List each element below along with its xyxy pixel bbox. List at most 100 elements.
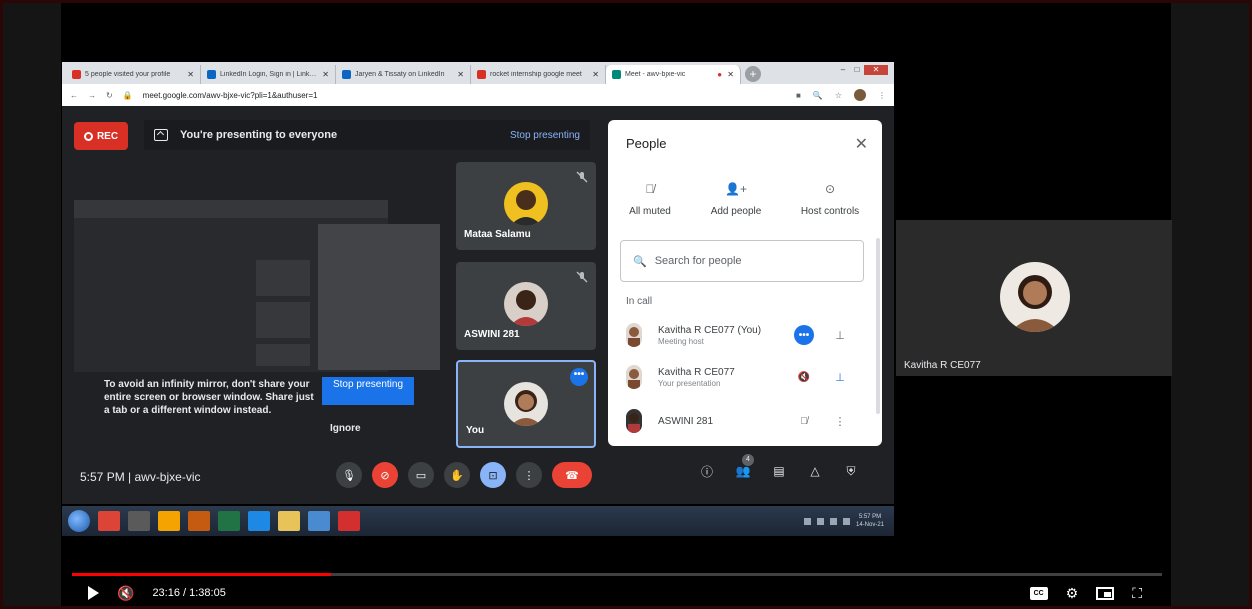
- more-options-icon[interactable]: •••: [570, 368, 588, 386]
- participant-name: ASWINI 281: [464, 329, 520, 340]
- tray-icon[interactable]: [816, 517, 824, 525]
- list-item[interactable]: Kavitha R CE077 (You) Meeting host ••• ⊥: [608, 316, 882, 354]
- participant-tile-you[interactable]: ••• You: [456, 360, 596, 448]
- captions-icon[interactable]: CC: [1029, 586, 1048, 600]
- bookmark-star-icon[interactable]: ☆: [835, 91, 842, 100]
- miniplayer-icon[interactable]: [1096, 586, 1115, 600]
- address-bar: ← → ↻ 🔒 meet.google.com/awv-bjxe-vic?pli…: [62, 84, 894, 106]
- browser-tab-active[interactable]: Meet - awv-bjxe-vic ● ✕: [606, 65, 741, 84]
- meeting-details-icon[interactable]: ⓘ: [698, 462, 716, 480]
- new-tab-button[interactable]: +: [745, 66, 761, 82]
- windows-start-icon[interactable]: [68, 510, 90, 532]
- person-name: Kavitha R CE077: [658, 366, 735, 378]
- in-call-heading: In call: [626, 296, 653, 307]
- record-icon: [83, 131, 93, 141]
- captions-button[interactable]: ▭: [408, 462, 434, 488]
- activities-icon[interactable]: △: [806, 462, 824, 480]
- app-icon[interactable]: [128, 511, 150, 531]
- forward-icon[interactable]: →: [88, 91, 96, 100]
- scrollbar[interactable]: [876, 238, 880, 414]
- banner-stop-presenting-link[interactable]: Stop presenting: [510, 130, 580, 141]
- people-icon[interactable]: 👥 4: [734, 454, 754, 480]
- participant-tile[interactable]: Mataa Salamu: [456, 162, 596, 250]
- unpin-icon[interactable]: ⊥: [830, 371, 850, 384]
- action-label: Add people: [710, 206, 762, 217]
- recording-badge: REC: [74, 122, 128, 150]
- close-icon[interactable]: ✕: [855, 134, 868, 154]
- host-controls-action[interactable]: ⊙ Host controls: [790, 182, 870, 217]
- minimize-icon[interactable]: –: [836, 65, 850, 75]
- ignore-button[interactable]: Ignore: [330, 423, 361, 434]
- more-vert-icon[interactable]: ⋮: [830, 415, 850, 428]
- excel-icon[interactable]: [218, 511, 240, 531]
- toggle-icon: ⊙: [824, 182, 836, 196]
- present-button[interactable]: ⊡: [480, 462, 506, 488]
- raise-hand-button[interactable]: ✋: [444, 462, 470, 488]
- profile-avatar[interactable]: [854, 89, 866, 101]
- window-close-icon[interactable]: ✕: [864, 65, 888, 75]
- camera-off-button[interactable]: ⊘: [372, 462, 398, 488]
- pin-icon[interactable]: ⊥: [830, 329, 850, 342]
- browser-tab[interactable]: LinkedIn Login, Sign in | Linke... ✕: [201, 65, 336, 84]
- avatar: [626, 409, 642, 433]
- close-icon[interactable]: ✕: [592, 70, 599, 79]
- internet-explorer-icon[interactable]: [248, 511, 270, 531]
- tray-icon[interactable]: [803, 517, 811, 525]
- phone-hangup-icon: ☎: [565, 469, 579, 482]
- video-progress-bar[interactable]: [72, 573, 1162, 576]
- powerpoint-icon[interactable]: [188, 511, 210, 531]
- chrome-icon[interactable]: [98, 511, 120, 531]
- gear-icon[interactable]: ⚙: [1066, 585, 1079, 602]
- more-options-button[interactable]: ⋮: [516, 462, 542, 488]
- more-vert-icon: ⋮: [523, 469, 535, 482]
- chat-icon[interactable]: ▤: [770, 462, 788, 480]
- avatar: [1000, 262, 1070, 332]
- back-icon[interactable]: ←: [70, 91, 78, 100]
- zoom-icon[interactable]: 🔍: [813, 91, 823, 100]
- stop-presenting-button[interactable]: Stop presenting: [322, 377, 414, 405]
- volume-icon[interactable]: [829, 517, 837, 525]
- close-icon[interactable]: ✕: [457, 70, 464, 79]
- maximize-icon[interactable]: □: [850, 65, 864, 75]
- search-people-field[interactable]: 🔍 Search for people: [620, 240, 864, 282]
- close-icon[interactable]: ✕: [322, 70, 329, 79]
- host-controls-icon[interactable]: ⛨: [842, 462, 860, 480]
- avatar: [504, 182, 548, 226]
- url-input[interactable]: meet.google.com/awv-bjxe-vic?pli=1&authu…: [143, 91, 786, 100]
- fullscreen-icon[interactable]: ⛶: [1132, 585, 1142, 602]
- infinity-mirror-preview: [74, 200, 440, 372]
- browser-tab[interactable]: Jaryen & Tissaty on LinkedIn ✕: [336, 65, 471, 84]
- play-icon[interactable]: [88, 586, 99, 600]
- action-label: Host controls: [800, 206, 860, 217]
- audio-off-icon[interactable]: 🔇: [794, 367, 814, 387]
- acrobat-icon[interactable]: [338, 511, 360, 531]
- list-item[interactable]: ASWINI 281 🎙̸ ⋮: [608, 402, 882, 440]
- all-muted-action[interactable]: 🎙̸ All muted: [610, 182, 690, 217]
- mic-off-icon: 🎙̸: [645, 182, 655, 196]
- list-item[interactable]: Kavitha R CE077 Your presentation 🔇 ⊥: [608, 358, 882, 396]
- browser-tab[interactable]: 5 people visited your profile ✕: [66, 65, 201, 84]
- menu-dots-icon[interactable]: ⋮: [878, 91, 886, 100]
- leave-call-button[interactable]: ☎: [552, 462, 592, 488]
- system-tray: 5:57 PM 14-Nov-21: [803, 513, 894, 529]
- mic-off-icon[interactable]: 🎙̸: [794, 411, 814, 431]
- network-icon[interactable]: [842, 517, 850, 525]
- more-options-icon[interactable]: •••: [794, 325, 814, 345]
- muted-volume-icon[interactable]: 🔇: [117, 585, 134, 602]
- close-icon[interactable]: ✕: [727, 70, 734, 79]
- meeting-time-code: 5:57 PM | awv-bjxe-vic: [80, 470, 201, 484]
- microphone-button[interactable]: 🎙: [336, 462, 362, 488]
- add-people-action[interactable]: 👤+ Add people: [696, 182, 776, 217]
- reload-icon[interactable]: ↻: [106, 91, 113, 100]
- present-screen-icon: [154, 129, 168, 141]
- close-icon[interactable]: ✕: [187, 70, 194, 79]
- participant-tile[interactable]: ASWINI 281: [456, 262, 596, 350]
- participant-name: Mataa Salamu: [464, 229, 531, 240]
- outlook-icon[interactable]: [158, 511, 180, 531]
- folder-icon[interactable]: [278, 511, 300, 531]
- browser-tab[interactable]: rocket internship google meet ✕: [471, 65, 606, 84]
- people-count-badge: 4: [742, 454, 754, 466]
- app-icon[interactable]: [308, 511, 330, 531]
- system-clock[interactable]: 5:57 PM 14-Nov-21: [856, 513, 884, 529]
- camera-indicator-icon[interactable]: ■: [796, 91, 801, 100]
